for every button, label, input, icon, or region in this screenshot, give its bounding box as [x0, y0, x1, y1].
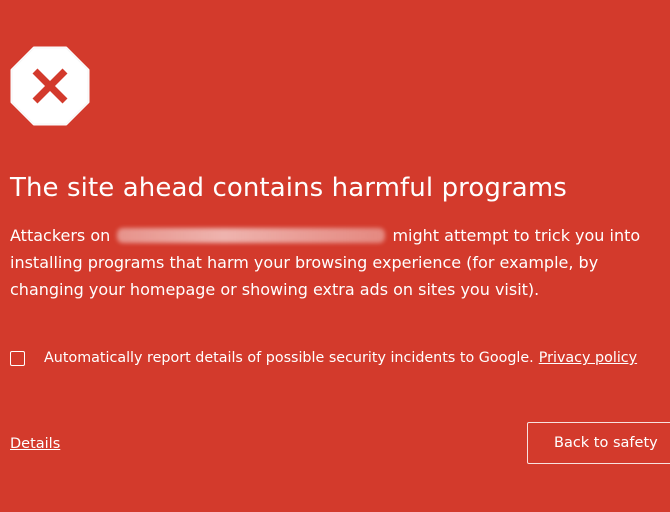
description-prefix: Attackers on: [10, 226, 111, 245]
octagon-x-icon: [10, 46, 90, 126]
report-option-row: Automatically report details of possible…: [10, 348, 637, 368]
report-label: Automatically report details of possible…: [44, 350, 534, 366]
warning-description: Attackers on might attempt to trick you …: [10, 222, 660, 303]
redacted-site-url: [117, 228, 386, 243]
interstitial-page: The site ahead contains harmful programs…: [0, 0, 670, 512]
back-to-safety-button[interactable]: Back to safety: [527, 422, 670, 464]
details-link[interactable]: Details: [10, 434, 60, 454]
page-title: The site ahead contains harmful programs: [10, 173, 567, 203]
privacy-policy-link[interactable]: Privacy policy: [539, 348, 637, 368]
report-checkbox[interactable]: [10, 350, 25, 366]
